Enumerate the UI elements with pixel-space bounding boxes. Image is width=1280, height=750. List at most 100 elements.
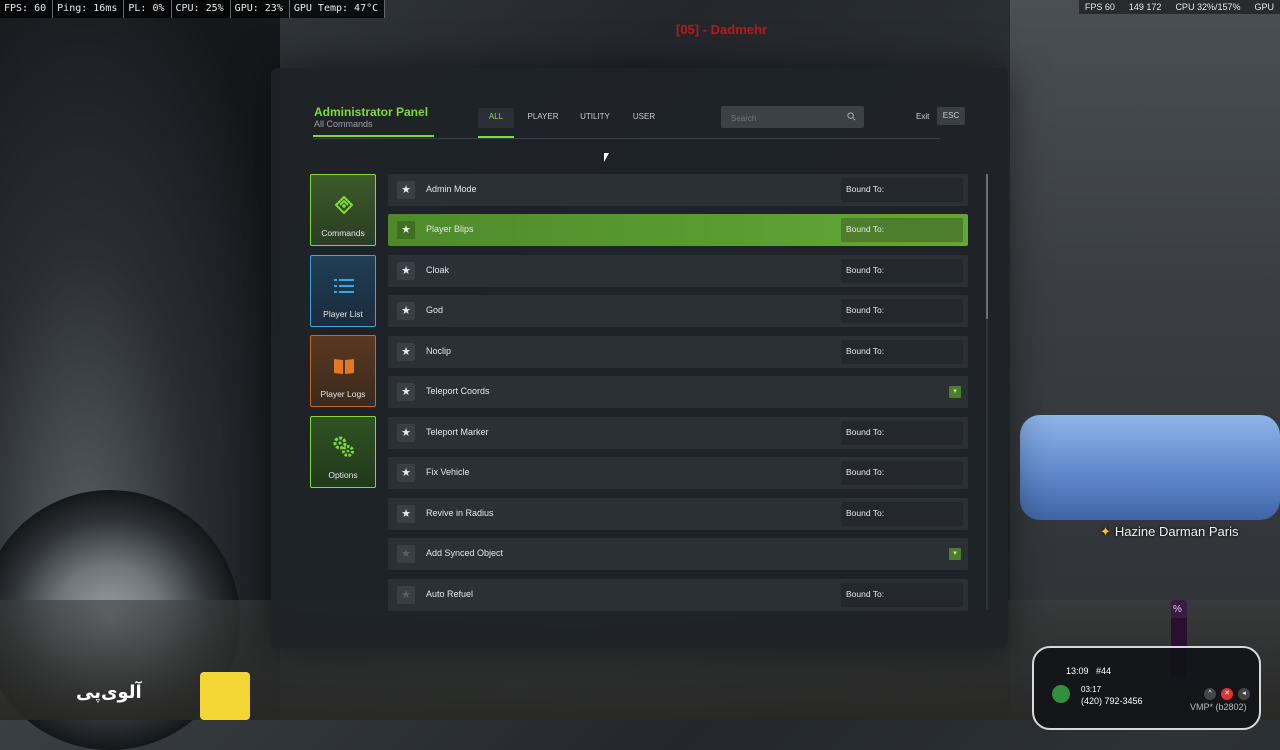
- keybind-field[interactable]: Bound To:: [841, 340, 963, 364]
- command-row-teleport-marker[interactable]: ★ Teleport Marker Bound To:: [388, 417, 968, 449]
- command-row-fix-vehicle[interactable]: ★ Fix Vehicle Bound To:: [388, 457, 968, 489]
- favorite-star-icon[interactable]: ★: [397, 505, 415, 523]
- chevron-up-icon[interactable]: ^: [1204, 688, 1216, 700]
- search-input[interactable]: [729, 108, 845, 128]
- tab-all[interactable]: ALL: [478, 108, 514, 138]
- player-name: Hazine Darman Paris: [1114, 524, 1239, 539]
- fps-readout: FPS: 60: [0, 0, 54, 18]
- keybind-field[interactable]: Bound To:: [841, 178, 963, 202]
- keybind-field[interactable]: Bound To:: [841, 583, 963, 607]
- command-row-auto-refuel[interactable]: ★ Auto Refuel Bound To:: [388, 579, 968, 611]
- keybind-field[interactable]: Bound To:: [841, 259, 963, 283]
- speaker-icon[interactable]: ◂: [1238, 688, 1250, 700]
- gpu-temp-readout: GPU Temp: 47°C: [290, 0, 386, 18]
- packet-loss-readout: PL: 0%: [124, 0, 172, 18]
- commands-list: ★ Admin Mode Bound To: ★ Player Blips Bo…: [388, 174, 968, 612]
- header-divider: [313, 138, 940, 139]
- build-tag: VMP* (b2802): [1190, 702, 1247, 712]
- expand-chevron-icon[interactable]: ▾: [949, 548, 961, 560]
- favorite-star-icon[interactable]: ★: [397, 181, 415, 199]
- gears-icon: [333, 436, 354, 457]
- sidebar-item-label: Options: [328, 470, 358, 480]
- exit-label: Exit: [916, 112, 930, 121]
- command-row-teleport-coords[interactable]: ★ Teleport Coords ▾: [388, 376, 968, 408]
- phone-id: #44: [1096, 666, 1112, 676]
- sidebar-item-label: Player Logs: [320, 389, 366, 399]
- favorite-star-icon[interactable]: ★: [397, 221, 415, 239]
- expand-chevron-icon[interactable]: ▾: [949, 386, 961, 398]
- sidebar-item-commands[interactable]: Commands: [310, 174, 376, 246]
- favorite-star-icon[interactable]: ★: [397, 302, 415, 320]
- command-name: Noclip: [426, 346, 452, 356]
- favorite-star-icon[interactable]: ★: [397, 424, 415, 442]
- book-icon: [334, 359, 354, 374]
- phone-call-icon[interactable]: [1052, 685, 1070, 703]
- favorite-star-icon[interactable]: ★: [397, 545, 415, 563]
- command-name: Teleport Coords: [426, 386, 490, 396]
- keybind-field[interactable]: Bound To:: [841, 461, 963, 485]
- list-scrollbar-thumb[interactable]: [986, 174, 988, 319]
- keybind-field[interactable]: Bound To:: [841, 502, 963, 526]
- mouse-cursor-icon: [604, 153, 609, 162]
- command-row-player-blips[interactable]: ★ Player Blips Bound To:: [388, 214, 968, 246]
- tab-user[interactable]: USER: [629, 108, 659, 128]
- favorite-star-icon[interactable]: ★: [397, 343, 415, 361]
- sidebar-item-player-list[interactable]: Player List: [310, 255, 376, 327]
- tab-player[interactable]: PLAYER: [523, 108, 563, 128]
- performance-overlay-right: FPS 60 149 172 CPU 32%/157% GPU: [1078, 0, 1280, 14]
- admin-panel: Administrator Panel All Commands ALL PLA…: [271, 68, 1008, 648]
- bound-label: Bound To:: [846, 184, 885, 194]
- phone-time: 13:09: [1066, 666, 1089, 676]
- command-row-god[interactable]: ★ God Bound To:: [388, 295, 968, 327]
- bound-label: Bound To:: [846, 346, 885, 356]
- panel-title: Administrator Panel: [314, 105, 429, 119]
- command-row-admin-mode[interactable]: ★ Admin Mode Bound To:: [388, 174, 968, 206]
- sparkle-icon: ✦: [1100, 524, 1111, 539]
- performance-overlay: FPS: 60 Ping: 16ms PL: 0% CPU: 25% GPU: …: [0, 0, 386, 18]
- list-icon: [334, 279, 354, 293]
- call-duration: 03:17: [1081, 685, 1102, 694]
- bound-label: Bound To:: [846, 224, 885, 234]
- cpu-readout-right: CPU 32%/157%: [1175, 2, 1241, 12]
- favorite-star-icon[interactable]: ★: [397, 383, 415, 401]
- esc-button[interactable]: ESC: [937, 107, 965, 125]
- bound-label: Bound To:: [846, 508, 885, 518]
- favorite-star-icon[interactable]: ★: [397, 586, 415, 604]
- command-name: Fix Vehicle: [426, 467, 470, 477]
- bound-label: Bound To:: [846, 265, 885, 275]
- favorite-star-icon[interactable]: ★: [397, 262, 415, 280]
- command-row-revive-in-radius[interactable]: ★ Revive in Radius Bound To:: [388, 498, 968, 530]
- search-box: [721, 106, 864, 128]
- hangup-icon[interactable]: ✕: [1221, 688, 1233, 700]
- sidebar-item-player-logs[interactable]: Player Logs: [310, 335, 376, 407]
- command-name: Add Synced Object: [426, 548, 504, 558]
- keybind-field[interactable]: Bound To:: [841, 421, 963, 445]
- command-name: Revive in Radius: [426, 508, 494, 518]
- command-row-cloak[interactable]: ★ Cloak Bound To:: [388, 255, 968, 287]
- call-number: (420) 792-3456: [1081, 696, 1143, 706]
- sponge-mascot-logo: [200, 672, 250, 720]
- phone-widget[interactable]: 13:09 #44 03:17 (420) 792-3456 ^ ✕ ◂: [1032, 646, 1261, 730]
- commands-icon: [334, 195, 354, 215]
- favorite-star-icon[interactable]: ★: [397, 464, 415, 482]
- command-row-add-synced-object[interactable]: ★ Add Synced Object ▾: [388, 538, 968, 570]
- ping-readout: Ping: 16ms: [53, 0, 125, 18]
- category-tabs: ALL PLAYER UTILITY USER: [478, 108, 659, 138]
- panel-subtitle: All Commands: [314, 119, 373, 129]
- bound-label: Bound To:: [846, 467, 885, 477]
- gpu-readout: GPU: 23%: [231, 0, 290, 18]
- keybind-field[interactable]: Bound To:: [841, 218, 963, 242]
- bound-label: Bound To:: [846, 305, 885, 315]
- player-nametag: ✦ Hazine Darman Paris: [1100, 524, 1238, 540]
- command-row-noclip[interactable]: ★ Noclip Bound To:: [388, 336, 968, 368]
- command-name: God: [426, 305, 444, 315]
- sidebar-item-options[interactable]: Options: [310, 416, 376, 488]
- command-name: Player Blips: [426, 224, 474, 234]
- bound-label: Bound To:: [846, 589, 885, 599]
- tab-utility[interactable]: UTILITY: [577, 108, 613, 128]
- command-name: Cloak: [426, 265, 450, 275]
- cpu-readout: CPU: 25%: [172, 0, 231, 18]
- keybind-field[interactable]: Bound To:: [841, 299, 963, 323]
- server-name: [05] - Dadmehr: [676, 22, 768, 37]
- sidebar-item-label: Player List: [323, 309, 363, 319]
